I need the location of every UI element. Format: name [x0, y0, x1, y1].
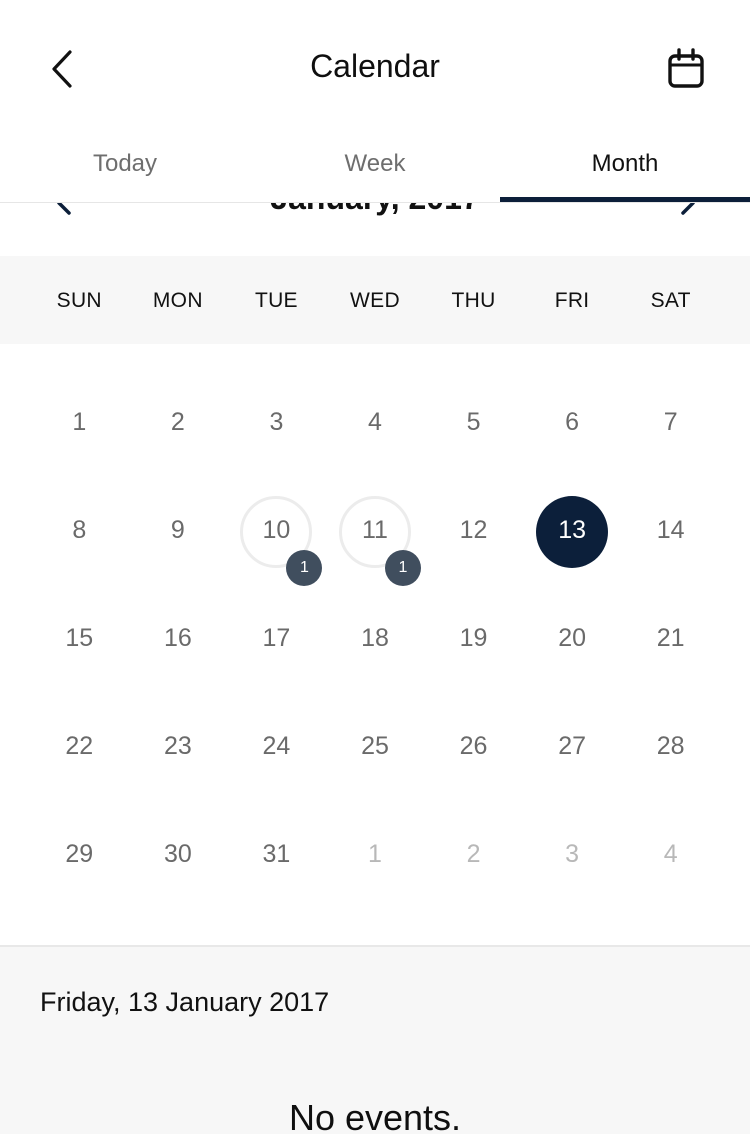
weekday-label: THU: [451, 289, 496, 312]
day-cell[interactable]: 25: [326, 694, 425, 802]
day-number: 6: [565, 408, 580, 436]
day-number: 26: [459, 732, 488, 760]
day-number: 29: [65, 840, 94, 868]
day-cell[interactable]: 16: [129, 586, 228, 694]
tab-week[interactable]: Week: [250, 130, 500, 202]
day-cell[interactable]: 17: [227, 586, 326, 694]
view-tabs: Today Week Month: [0, 130, 750, 202]
day-number: 28: [656, 732, 685, 760]
day-cell[interactable]: 14: [621, 478, 720, 586]
day-number: 22: [65, 732, 94, 760]
day-cell[interactable]: 15: [30, 586, 129, 694]
day-cell[interactable]: 3: [523, 802, 622, 914]
weekday-label: SUN: [56, 289, 102, 312]
day-cell[interactable]: 31: [227, 802, 326, 914]
day-number: 18: [361, 624, 389, 652]
day-detail-panel: Friday, 13 January 2017 No events.: [0, 947, 750, 1134]
day-number: 11: [361, 516, 388, 544]
day-number: 5: [466, 408, 481, 436]
day-cell[interactable]: 26: [424, 694, 523, 802]
day-cell[interactable]: 7: [621, 370, 720, 478]
day-cell[interactable]: 8: [30, 478, 129, 586]
week-row: 22 23 24 25 26 27 28: [30, 694, 720, 802]
day-number: 17: [262, 624, 291, 652]
day-number: 16: [163, 624, 192, 652]
calendar-icon: [668, 48, 704, 88]
day-number: 4: [368, 408, 382, 436]
day-number: 1: [72, 408, 87, 436]
day-cell[interactable]: 27: [523, 694, 622, 802]
day-number: 3: [565, 840, 580, 868]
day-cell[interactable]: 5: [424, 370, 523, 478]
event-count-badge: 1: [384, 550, 421, 586]
tab-month[interactable]: Month: [500, 130, 750, 202]
day-number: 2: [466, 840, 481, 868]
day-number: 4: [663, 840, 678, 868]
day-cell[interactable]: 23: [129, 694, 228, 802]
day-cell[interactable]: 19: [424, 586, 523, 694]
month-grid: 1 2 3 4 5 6 7 8 9 10 1 11 1 12 13 14 15 16 17 18 19 20 21 22 23 2…: [30, 370, 720, 914]
day-number: 10: [262, 516, 291, 544]
day-number: 14: [656, 516, 685, 544]
day-number: 1: [368, 840, 382, 868]
day-cell[interactable]: 2: [424, 802, 523, 914]
day-cell[interactable]: 12: [424, 478, 523, 586]
day-cell[interactable]: 24: [227, 694, 326, 802]
day-number: 15: [65, 624, 94, 652]
page-title: Calendar: [310, 48, 440, 84]
day-number: 20: [558, 624, 586, 652]
day-cell[interactable]: 3: [227, 370, 326, 478]
day-number: 7: [663, 408, 678, 436]
day-cell[interactable]: 28: [621, 694, 720, 802]
day-cell[interactable]: 18: [326, 586, 425, 694]
selected-date-label: Friday, 13 January 2017: [40, 987, 330, 1017]
day-number: 24: [262, 732, 291, 760]
day-number: 12: [459, 516, 488, 544]
weekday-label: MON: [152, 289, 203, 312]
day-cell[interactable]: 21: [621, 586, 720, 694]
day-number: 2: [170, 408, 185, 436]
day-number: 21: [656, 624, 685, 652]
weekday-label: FRI: [554, 289, 590, 312]
app-header: Calendar: [0, 0, 750, 130]
day-cell-selected[interactable]: 13: [523, 478, 622, 586]
day-cell[interactable]: 4: [621, 802, 720, 914]
day-cell[interactable]: 2: [129, 370, 228, 478]
tab-today[interactable]: Today: [0, 130, 250, 202]
day-number: 23: [163, 732, 192, 760]
day-number: 19: [459, 624, 488, 652]
day-number: 9: [170, 516, 185, 544]
weekday-label: SAT: [650, 289, 691, 312]
day-number: 13: [558, 516, 586, 544]
day-cell[interactable]: 1: [326, 802, 425, 914]
day-number: 27: [558, 732, 586, 760]
day-number: 8: [72, 516, 87, 544]
day-cell[interactable]: 11 1: [326, 478, 425, 586]
weekday-header: SUN MON TUE WED THU FRI SAT: [0, 256, 750, 344]
week-row: 15 16 17 18 19 20 21: [30, 586, 720, 694]
day-cell[interactable]: 6: [523, 370, 622, 478]
calendar-button[interactable]: [664, 46, 708, 92]
day-number: 30: [163, 840, 192, 868]
day-cell[interactable]: 4: [326, 370, 425, 478]
day-cell[interactable]: 29: [30, 802, 129, 914]
day-number: 3: [269, 408, 284, 436]
day-cell[interactable]: 9: [129, 478, 228, 586]
day-cell[interactable]: 20: [523, 586, 622, 694]
week-row: 8 9 10 1 11 1 12 13 14: [30, 478, 720, 586]
day-cell[interactable]: 30: [129, 802, 228, 914]
week-row: 29 30 31 1 2 3 4: [30, 802, 720, 914]
weekday-label: TUE: [254, 289, 298, 312]
day-cell[interactable]: 10 1: [227, 478, 326, 586]
weekday-label: WED: [350, 289, 400, 312]
day-cell[interactable]: 22: [30, 694, 129, 802]
day-number: 31: [262, 840, 291, 868]
week-row: 1 2 3 4 5 6 7: [30, 370, 720, 478]
day-number: 25: [361, 732, 389, 760]
empty-events-message: No events.: [288, 1097, 462, 1134]
event-count-badge: 1: [286, 550, 323, 586]
day-cell[interactable]: 1: [30, 370, 129, 478]
